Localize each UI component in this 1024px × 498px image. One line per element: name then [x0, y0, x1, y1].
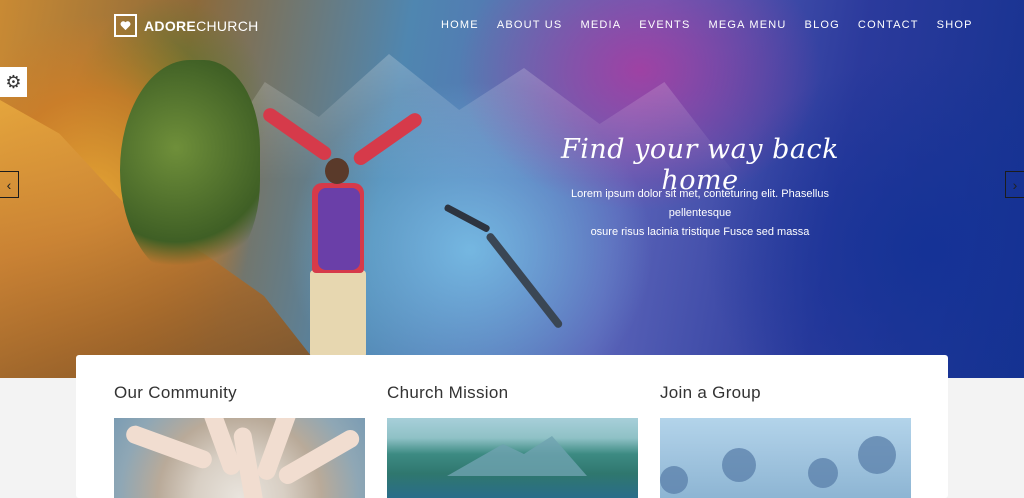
nav-item-blog[interactable]: BLOG [805, 19, 840, 31]
brand-name-rest: CHURCH [196, 17, 259, 34]
settings-toggle[interactable]: ⚙ [0, 67, 27, 97]
heart-icon [114, 14, 137, 37]
hero-log-graphic [443, 203, 491, 234]
hero-person-head [325, 158, 349, 184]
brand-name-bold: ADORE [144, 17, 197, 34]
hero-subtitle: Lorem ipsum dolor sit met, conteturing e… [540, 185, 860, 242]
person-graphic [858, 436, 896, 474]
hero-log-graphic [484, 231, 564, 330]
main-nav: HOME ABOUT US MEDIA EVENTS MEGA MENU BLO… [441, 19, 991, 31]
brand-name: ADORECHURCH [144, 18, 259, 34]
nav-item-home[interactable]: HOME [441, 19, 479, 31]
hero-person-backpack [318, 188, 360, 270]
hero-subtitle-line: osure risus lacinia tristique Fusce sed … [590, 226, 810, 238]
hand-graphic [123, 423, 215, 471]
card-title: Our Community [114, 383, 237, 402]
card-our-community[interactable]: Our Community [114, 355, 365, 498]
slider-next-button[interactable]: › [1005, 171, 1024, 198]
nav-item-media[interactable]: MEDIA [580, 19, 621, 31]
chevron-right-icon: › [1012, 176, 1018, 193]
card-title: Church Mission [387, 383, 509, 402]
card-image[interactable] [387, 418, 638, 498]
person-graphic [722, 448, 756, 482]
card-image[interactable] [660, 418, 911, 498]
nav-item-mega-menu[interactable]: MEGA MENU [709, 19, 787, 31]
person-graphic [808, 458, 838, 488]
card-title: Join a Group [660, 383, 761, 402]
feature-cards: Our Community Church Mission Join a Grou… [76, 355, 948, 498]
top-navbar: ADORECHURCH HOME ABOUT US MEDIA EVENTS M… [0, 0, 1024, 52]
nav-item-shop[interactable]: SHOP [937, 19, 973, 31]
mountain-graphic [447, 436, 587, 476]
hero-subtitle-line: Lorem ipsum dolor sit met, conteturing e… [570, 188, 829, 219]
nav-item-contact[interactable]: CONTACT [858, 19, 919, 31]
card-church-mission[interactable]: Church Mission [387, 355, 638, 498]
nav-item-events[interactable]: EVENTS [639, 19, 690, 31]
card-image[interactable] [114, 418, 365, 498]
slider-prev-button[interactable]: ‹ [0, 171, 19, 198]
nav-item-about-us[interactable]: ABOUT US [497, 19, 563, 31]
gear-icon: ⚙ [5, 72, 22, 92]
hero-tree-graphic [120, 60, 260, 280]
chevron-left-icon: ‹ [6, 176, 12, 193]
person-graphic [660, 466, 688, 494]
hero-person-legs [310, 270, 366, 358]
card-join-a-group[interactable]: Join a Group [660, 355, 911, 498]
site-logo[interactable]: ADORECHURCH [114, 14, 259, 37]
hero-slider: Find your way back home Lorem ipsum dolo… [0, 0, 1024, 378]
